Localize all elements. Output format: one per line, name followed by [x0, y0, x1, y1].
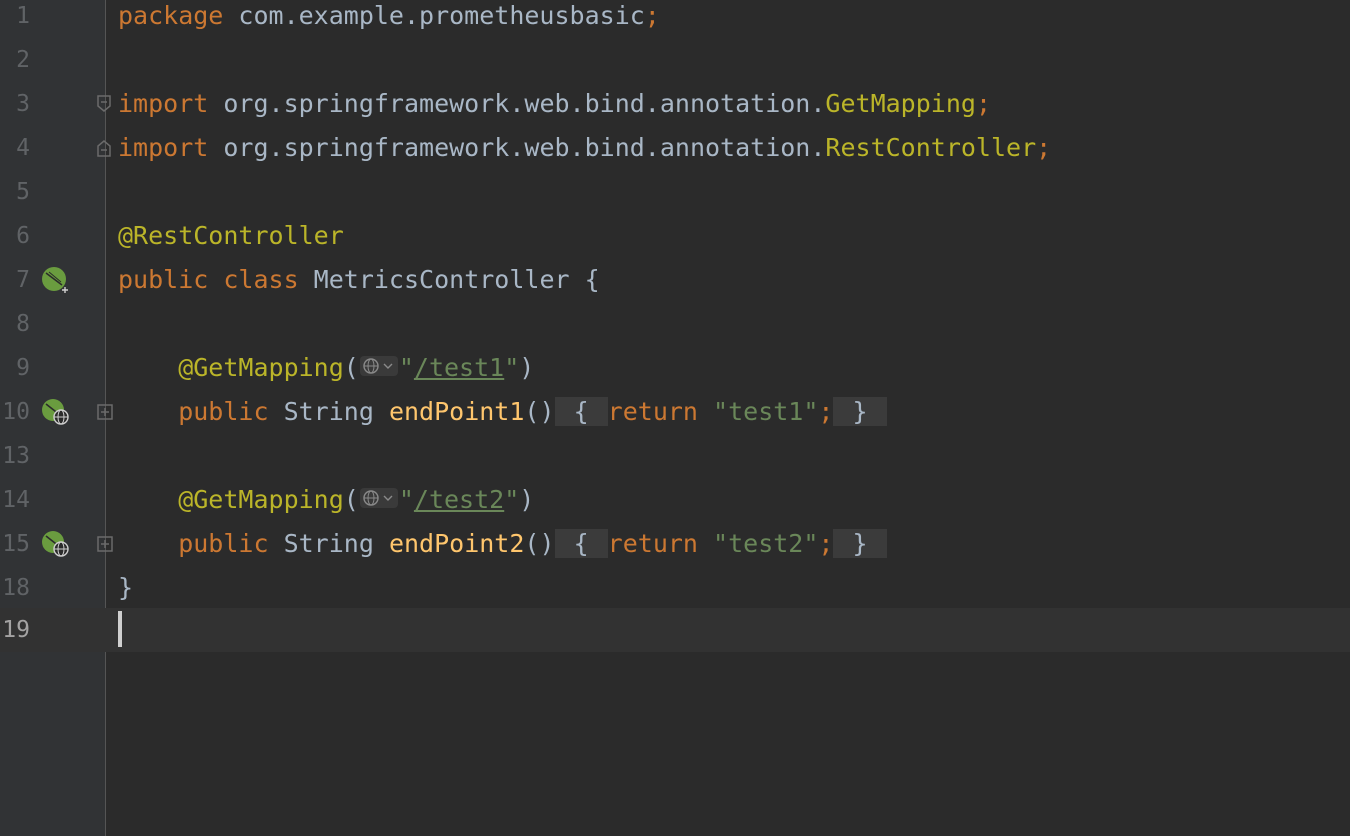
code-line[interactable]: 6 @RestController: [0, 214, 1350, 258]
quote-token: ": [398, 353, 414, 382]
line-number: 5: [16, 179, 30, 205]
type-token: String: [268, 397, 389, 426]
line-number: 10: [2, 399, 30, 425]
code-line[interactable]: 7 public class MetricsController {: [0, 258, 1350, 302]
spring-endpoint-icon[interactable]: [40, 398, 70, 426]
quote-token: ": [398, 485, 414, 514]
line-number: 19: [2, 617, 30, 643]
code-line[interactable]: 18 }: [0, 566, 1350, 610]
code-line[interactable]: 2: [0, 38, 1350, 82]
brace-token: }: [118, 573, 134, 602]
line-code[interactable]: public String endPoint1() { return "test…: [118, 390, 887, 434]
method-name-token: endPoint2: [388, 529, 525, 558]
identifier-token: MetricsController {: [298, 265, 600, 294]
fold-start-icon[interactable]: [95, 95, 115, 113]
keyword-token: import: [118, 89, 209, 118]
line-code[interactable]: public class MetricsController {: [118, 258, 600, 302]
keyword-token: return: [607, 529, 698, 558]
folded-region-open[interactable]: {: [554, 529, 608, 558]
globe-dropdown-icon[interactable]: [359, 353, 399, 379]
paren-token: (: [343, 353, 359, 382]
identifier-token: com.example.prometheusbasic: [223, 1, 645, 30]
string-token: "test1": [697, 397, 819, 426]
folded-region-close[interactable]: }: [833, 529, 887, 558]
line-code[interactable]: @RestController: [118, 214, 344, 258]
keyword-token: public: [118, 397, 269, 426]
keyword-token: package: [118, 1, 224, 30]
punctuation-token: ;: [818, 397, 834, 426]
paren-token: ): [519, 485, 535, 514]
fold-end-icon[interactable]: [95, 139, 115, 157]
line-number: 9: [16, 355, 30, 381]
line-number: 3: [16, 91, 30, 117]
code-line[interactable]: 8: [0, 302, 1350, 346]
line-code[interactable]: public String endPoint2() { return "test…: [118, 522, 887, 566]
identifier-token: org.springframework.web.bind.annotation.: [208, 89, 826, 118]
keyword-token: public: [118, 529, 269, 558]
line-number: 15: [2, 531, 30, 557]
paren-token: (): [524, 529, 555, 558]
code-line[interactable]: 3 import org.springframework.web.bind.an…: [0, 82, 1350, 126]
class-token: RestController: [825, 133, 1037, 162]
punctuation-token: ;: [975, 89, 991, 118]
line-number: 7: [16, 267, 30, 293]
keyword-token: public class: [118, 265, 299, 294]
line-number: 6: [16, 223, 30, 249]
current-code-line[interactable]: 19: [0, 608, 1350, 652]
line-code[interactable]: import org.springframework.web.bind.anno…: [118, 82, 991, 126]
line-code[interactable]: package com.example.prometheusbasic;: [118, 0, 660, 38]
line-code[interactable]: import org.springframework.web.bind.anno…: [118, 126, 1051, 170]
line-number: 4: [16, 135, 30, 161]
line-number: 13: [2, 443, 30, 469]
code-line[interactable]: 10 public String endPoint1() { return "t…: [0, 390, 1350, 434]
code-line[interactable]: 1 package com.example.prometheusbasic;: [0, 0, 1350, 38]
punctuation-token: ;: [644, 1, 660, 30]
paren-token: ): [519, 353, 535, 382]
type-token: String: [268, 529, 389, 558]
code-line[interactable]: 15 public String endPoint2() { return "t…: [0, 522, 1350, 566]
line-number: 18: [2, 575, 30, 601]
keyword-token: import: [118, 133, 209, 162]
line-code[interactable]: @GetMapping( "/test2"): [118, 478, 534, 522]
code-line[interactable]: 9 @GetMapping( "/test1"): [0, 346, 1350, 390]
code-line[interactable]: 4 import org.springframework.web.bind.an…: [0, 126, 1350, 170]
punctuation-token: ;: [818, 529, 834, 558]
folded-region-close[interactable]: }: [833, 397, 887, 426]
method-name-token: endPoint1: [388, 397, 525, 426]
class-token: GetMapping: [825, 89, 976, 118]
fold-expand-icon[interactable]: [95, 403, 115, 421]
code-line[interactable]: 5: [0, 170, 1350, 214]
folded-region-open[interactable]: {: [554, 397, 608, 426]
line-number: 1: [16, 3, 30, 29]
paren-token: (: [343, 485, 359, 514]
string-token: "test2": [697, 529, 819, 558]
code-line[interactable]: 13: [0, 434, 1350, 478]
line-number: 14: [2, 487, 30, 513]
url-path-link[interactable]: /test2: [414, 485, 504, 514]
line-number: 2: [16, 47, 30, 73]
url-path-link[interactable]: /test1: [414, 353, 504, 382]
spring-endpoint-icon[interactable]: [40, 530, 70, 558]
paren-token: (): [524, 397, 555, 426]
line-code[interactable]: @GetMapping( "/test1"): [118, 346, 534, 390]
code-editor[interactable]: 1 package com.example.prometheusbasic; 2…: [0, 0, 1350, 836]
quote-token: ": [504, 485, 520, 514]
quote-token: ": [504, 353, 520, 382]
annotation-token: @GetMapping: [118, 353, 344, 382]
identifier-token: org.springframework.web.bind.annotation.: [208, 133, 826, 162]
line-number: 8: [16, 311, 30, 337]
punctuation-token: ;: [1036, 133, 1052, 162]
annotation-token: @GetMapping: [118, 485, 344, 514]
spring-bean-icon[interactable]: [40, 266, 70, 294]
fold-expand-icon[interactable]: [95, 535, 115, 553]
text-caret: [118, 611, 122, 647]
line-code[interactable]: }: [118, 566, 133, 610]
code-line[interactable]: 14 @GetMapping( "/test2"): [0, 478, 1350, 522]
globe-dropdown-icon[interactable]: [359, 485, 399, 511]
keyword-token: return: [607, 397, 698, 426]
annotation-token: @RestController: [118, 221, 344, 250]
